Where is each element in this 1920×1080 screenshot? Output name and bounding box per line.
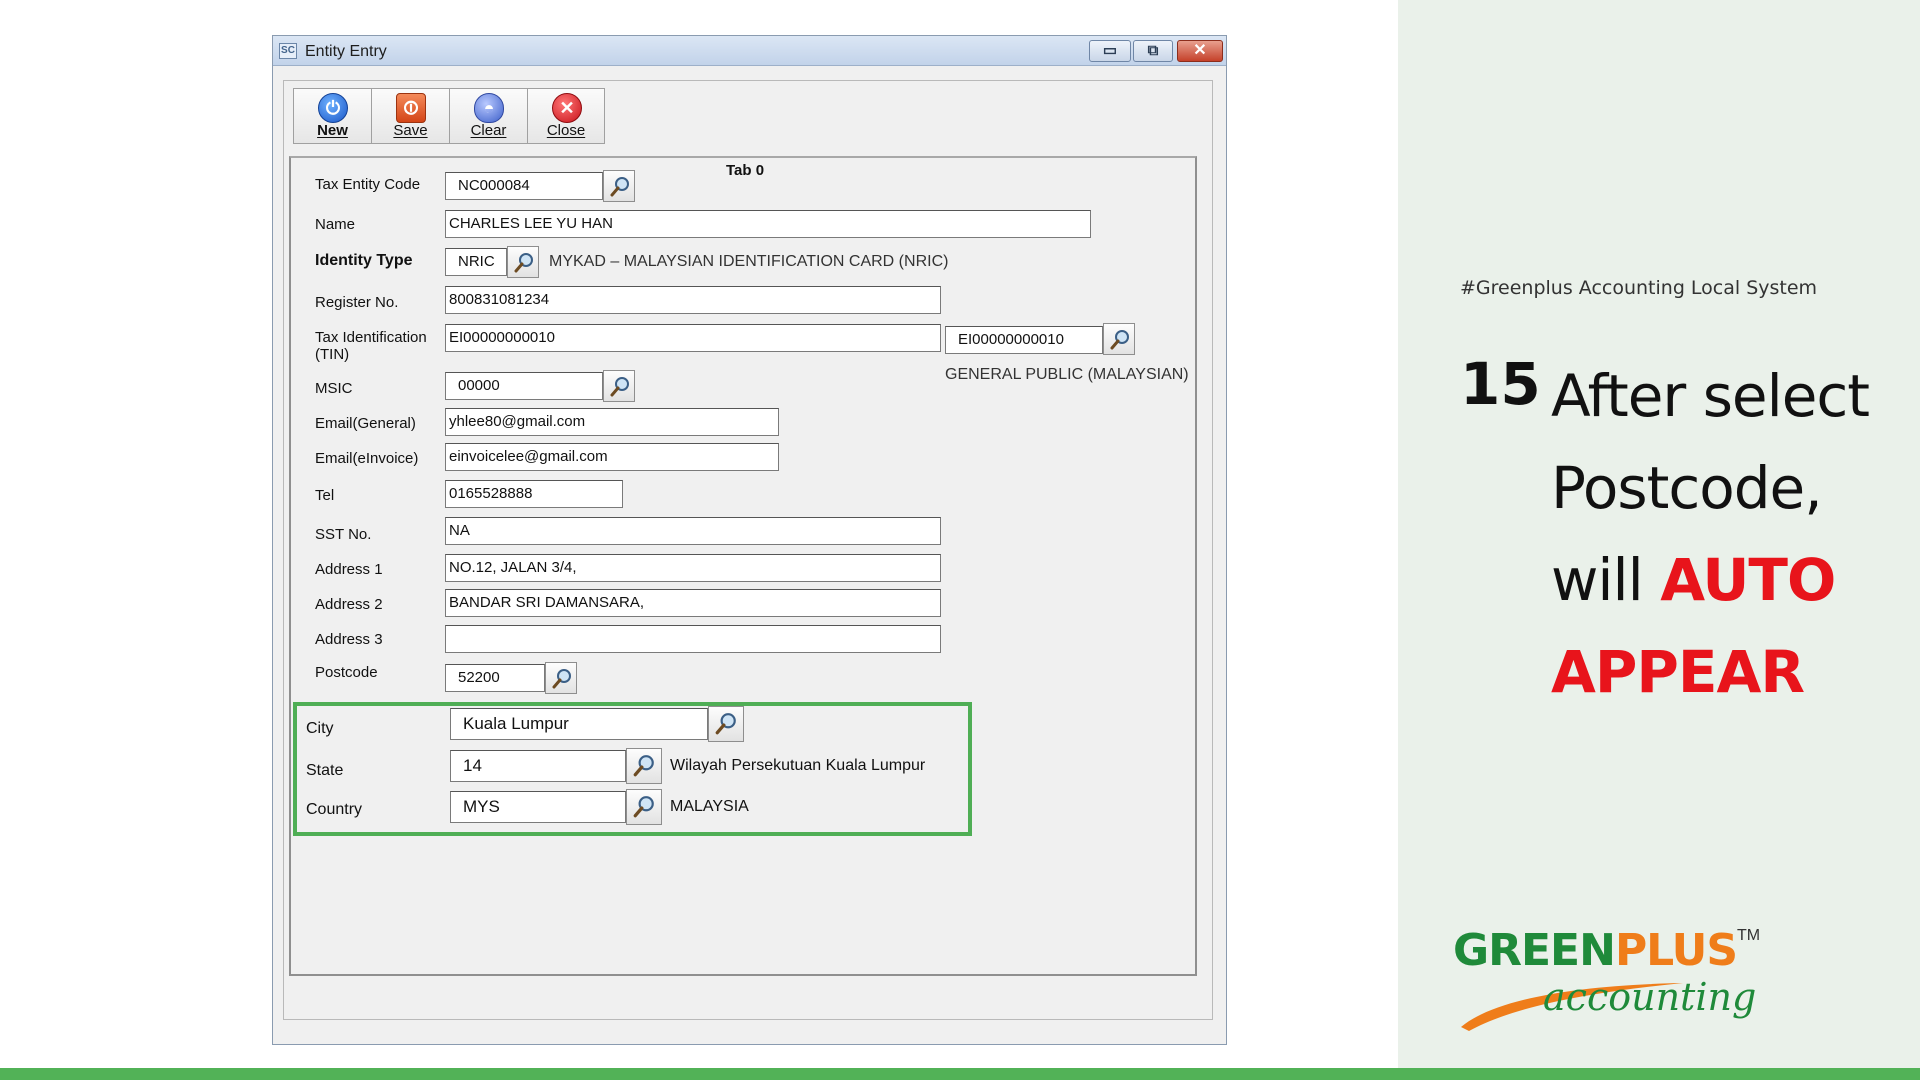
magnifier-icon (715, 713, 736, 735)
state-lookup-button[interactable] (626, 748, 662, 784)
close-button[interactable]: ✕ Close (527, 88, 605, 144)
sst-no-label: SST No. (315, 526, 372, 543)
bottom-accent-bar (0, 1068, 1920, 1080)
tin-label-line1: Tax Identification (315, 329, 427, 346)
city-lookup-button[interactable] (708, 706, 744, 742)
sst-no-input[interactable]: NA (445, 517, 941, 545)
clear-icon: ◓ (474, 93, 504, 123)
close-icon: ✕ (1193, 42, 1207, 59)
power-new-icon: ⏻ (318, 93, 348, 123)
title-bar: SC Entity Entry ▭ ⧉ ✕ (273, 36, 1226, 66)
msic-label: MSIC (315, 380, 353, 397)
step-line-3-prefix: will (1551, 546, 1661, 614)
appear-emphasis: APPEAR (1551, 638, 1805, 706)
minimize-button[interactable]: ▭ (1089, 40, 1131, 62)
identity-type-input[interactable]: NRIC (445, 248, 507, 276)
msic-lookup-button[interactable] (603, 370, 635, 402)
address3-input[interactable] (445, 625, 941, 653)
identity-type-lookup-button[interactable] (507, 246, 539, 278)
tin-lookup-input[interactable]: EI00000000010 (945, 326, 1103, 354)
register-no-label: Register No. (315, 294, 399, 311)
tel-input[interactable]: 0165528888 (445, 480, 623, 508)
greenplus-logo: GREENPLUS TM accounting (1453, 925, 1773, 1035)
clear-button[interactable]: ◓ Clear (449, 88, 527, 144)
auto-emphasis: AUTO (1660, 546, 1836, 614)
country-description: MALAYSIA (670, 798, 749, 815)
identity-type-description: MYKAD – MALAYSIAN IDENTIFICATION CARD (N… (549, 253, 949, 270)
email-general-label: Email(General) (315, 415, 416, 432)
close-button-label: Close (546, 122, 586, 139)
step-line-1: After select (1551, 362, 1870, 430)
save-icon: ⏼ (396, 93, 426, 123)
tel-label: Tel (315, 487, 335, 504)
new-button-label: New (317, 122, 348, 139)
window-title: Entity Entry (305, 43, 387, 60)
state-label: State (306, 762, 344, 779)
close-x-icon: ✕ (552, 93, 582, 123)
tax-entity-code-lookup-button[interactable] (603, 170, 635, 202)
clear-button-label: Clear (470, 122, 507, 139)
logo-subtitle: accounting (1543, 975, 1757, 1019)
tab-label: Tab 0 (726, 162, 765, 179)
restore-icon: ⧉ (1147, 42, 1159, 59)
address3-label: Address 3 (315, 631, 383, 648)
toolbar: ⏻ New ⏼ Save ◓ Clear ✕ Close (293, 88, 605, 144)
magnifier-icon (610, 377, 629, 397)
email-einvoice-label: Email(eInvoice) (315, 450, 419, 467)
city-input[interactable]: Kuala Lumpur (450, 708, 708, 740)
tin-label-line2: (TIN) (315, 346, 350, 363)
register-no-input[interactable]: 800831081234 (445, 286, 941, 314)
new-button[interactable]: ⏻ New (293, 88, 371, 144)
magnifier-icon (1110, 330, 1129, 350)
postcode-lookup-button[interactable] (545, 662, 577, 694)
address2-input[interactable]: BANDAR SRI DAMANSARA, (445, 589, 941, 617)
logo-trademark: TM (1737, 927, 1761, 944)
maximize-button[interactable]: ⧉ (1133, 40, 1173, 62)
tin-input[interactable]: EI00000000010 (445, 324, 941, 352)
app-icon: SC (279, 43, 297, 59)
name-input[interactable]: CHARLES LEE YU HAN (445, 210, 1091, 238)
state-description: Wilayah Persekutuan Kuala Lumpur (670, 757, 926, 774)
slide-info-panel: #Greenplus Accounting Local System 15 Af… (1398, 0, 1920, 1068)
entity-entry-window: SC Entity Entry ▭ ⧉ ✕ ⏻ New ⏼ Save ◓ Cle… (272, 35, 1227, 1045)
save-button-label: Save (393, 122, 428, 139)
window-close-button[interactable]: ✕ (1177, 40, 1223, 62)
step-number: 15 (1460, 350, 1541, 418)
postcode-input[interactable]: 52200 (445, 664, 545, 692)
step-line-2: Postcode, (1551, 454, 1823, 522)
magnifier-icon (633, 796, 654, 818)
state-input[interactable]: 14 (450, 750, 626, 782)
magnifier-icon (514, 253, 533, 273)
country-label: Country (306, 801, 363, 818)
address1-input[interactable]: NO.12, JALAN 3/4, (445, 554, 941, 582)
email-einvoice-input[interactable]: einvoicelee@gmail.com (445, 443, 779, 471)
step-instruction: After select Postcode, will AUTO APPEAR (1551, 350, 1911, 718)
country-input[interactable]: MYS (450, 791, 626, 823)
email-general-input[interactable]: yhlee80@gmail.com (445, 408, 779, 436)
identity-type-label: Identity Type (315, 252, 413, 269)
country-lookup-button[interactable] (626, 789, 662, 825)
tax-entity-code-label: Tax Entity Code (315, 176, 421, 193)
magnifier-icon (552, 669, 571, 689)
save-button[interactable]: ⏼ Save (371, 88, 449, 144)
tax-entity-code-input[interactable]: NC000084 (445, 172, 603, 200)
address1-label: Address 1 (315, 561, 383, 578)
address2-label: Address 2 (315, 596, 383, 613)
name-label: Name (315, 216, 356, 233)
city-label: City (306, 720, 334, 737)
magnifier-icon (633, 755, 654, 777)
postcode-label: Postcode (315, 664, 378, 681)
step-line-3: will AUTO (1551, 534, 1911, 626)
msic-input[interactable]: 00000 (445, 372, 603, 400)
tin-description: GENERAL PUBLIC (MALAYSIAN) (945, 366, 1189, 383)
magnifier-icon (610, 177, 629, 197)
minimize-icon: ▭ (1102, 42, 1118, 59)
tin-lookup-button[interactable] (1103, 323, 1135, 355)
hashtag-text: #Greenplus Accounting Local System (1460, 277, 1818, 299)
